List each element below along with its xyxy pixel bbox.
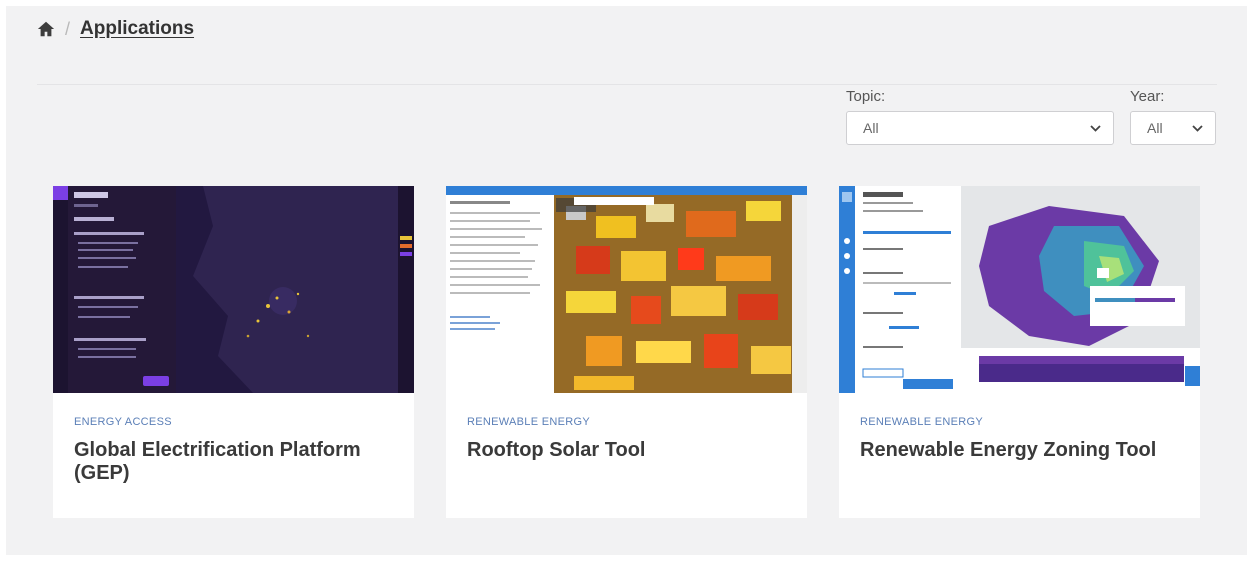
breadcrumb-separator: / — [65, 18, 71, 39]
home-icon[interactable] — [37, 20, 55, 38]
app-card-rooftop-solar[interactable]: RENEWABLE ENERGY Rooftop Solar Tool — [446, 186, 807, 518]
card-title[interactable]: Renewable Energy Zoning Tool — [860, 439, 1180, 462]
app-card-gep[interactable]: ENERGY ACCESS Global Electrification Pla… — [53, 186, 414, 518]
chevron-down-icon — [1192, 124, 1203, 132]
card-topic: ENERGY ACCESS — [74, 416, 172, 428]
card-topic: RENEWABLE ENERGY — [467, 416, 590, 428]
app-card-renewable-energy-zoning[interactable]: RENEWABLE ENERGY Renewable Energy Zoning… — [839, 186, 1200, 518]
gep-thumbnail — [53, 186, 414, 393]
year-filter-label: Year: — [1130, 88, 1165, 105]
header-divider — [37, 84, 1217, 85]
topic-select-value: All — [863, 120, 879, 136]
year-select[interactable]: All — [1130, 111, 1216, 145]
rooftop-solar-thumbnail — [446, 186, 807, 393]
card-title[interactable]: Rooftop Solar Tool — [467, 439, 787, 462]
breadcrumb-applications-link[interactable]: Applications — [80, 18, 194, 40]
breadcrumb: / Applications — [37, 16, 194, 42]
topic-filter-label: Topic: — [846, 88, 886, 105]
renewable-energy-zoning-thumbnail — [839, 186, 1200, 393]
card-topic: RENEWABLE ENERGY — [860, 416, 983, 428]
chevron-down-icon — [1090, 124, 1101, 132]
card-title[interactable]: Global Electrification Platform (GEP) — [74, 439, 394, 485]
topic-select[interactable]: All — [846, 111, 1114, 145]
year-select-value: All — [1147, 120, 1163, 136]
